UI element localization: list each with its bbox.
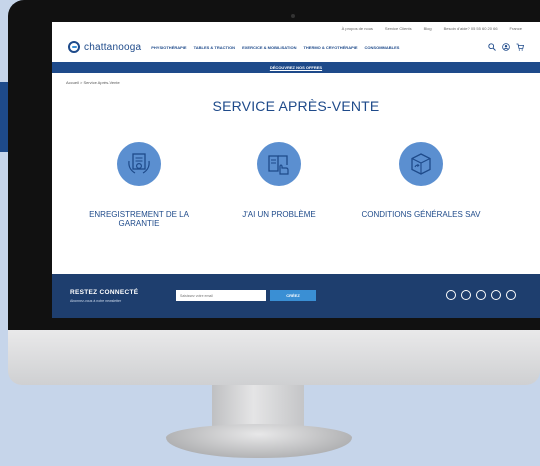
nav-item-exercise[interactable]: EXERCICE & MOBILISATION [242,45,296,50]
youtube-icon[interactable] [491,290,501,300]
social-links [446,290,516,300]
breadcrumb[interactable]: Accueil > Service Après-Vente [66,80,120,85]
newsletter-title: RESTEZ CONNECTÉ [70,289,139,296]
newsletter-text: RESTEZ CONNECTÉ Abonnez-vous à notre new… [70,289,138,303]
instagram-icon[interactable] [461,290,471,300]
newsletter-subtitle: Abonnez-vous à notre newsletter [70,299,122,303]
linkedin-icon[interactable] [476,290,486,300]
manual-icon [257,142,301,186]
search-icon[interactable] [488,43,496,51]
website-screen: À propos de nous Service Clients Blog Be… [52,22,540,318]
certificate-icon [117,142,161,186]
utility-link-country[interactable]: France [510,26,522,31]
header-icons [488,43,524,51]
newsletter-footer: RESTEZ CONNECTÉ Abonnez-vous à notre new… [52,274,540,318]
return-box-icon [399,142,443,186]
logo[interactable]: chattanooga [68,41,141,53]
nav-item-thermo[interactable]: THERMO & CRYOTHÉRAPIE [303,45,357,50]
monitor-stand-foot [166,424,352,458]
nav-item-physio[interactable]: PHYSIOTHÉRAPIE [151,45,186,50]
tile-conditions-label: CONDITIONS GÉNÉRALES SAV [361,210,481,219]
monitor: À propos de nous Service Clients Blog Be… [8,0,540,385]
newsletter-email-input[interactable] [176,290,266,301]
utility-link-blog[interactable]: Blog [424,26,432,31]
account-icon[interactable] [502,43,510,51]
promo-banner[interactable]: DÉCOUVREZ NOS OFFRES [52,62,540,73]
main-nav: PHYSIOTHÉRAPIE TABLES & TRACTION EXERCIC… [151,45,399,50]
logo-mark-icon [68,41,80,53]
utility-bar: À propos de nous Service Clients Blog Be… [52,22,540,34]
tile-problem-label: J'AI UN PROBLÈME [242,210,316,219]
webcam-dot [291,14,295,18]
facebook-icon[interactable] [446,290,456,300]
rss-icon[interactable] [506,290,516,300]
utility-link-about[interactable]: À propos de nous [342,26,373,31]
monitor-chin [8,330,540,385]
utility-link-service[interactable]: Service Clients [385,26,412,31]
logo-text: chattanooga [84,41,142,53]
tile-warranty[interactable]: ENREGISTREMENT DE LA GARANTIE [74,142,204,228]
nav-item-consumables[interactable]: CONSOMMABLES [365,45,400,50]
tile-conditions[interactable]: CONDITIONS GÉNÉRALES SAV [356,142,486,219]
monitor-stand-neck [212,385,304,427]
utility-link-help[interactable]: Besoin d'aide? 05 55 60 20 66 [444,26,498,31]
page-title: SERVICE APRÈS-VENTE [212,98,380,114]
site-header: chattanooga PHYSIOTHÉRAPIE TABLES & TRAC… [52,38,540,56]
nav-item-tables[interactable]: TABLES & TRACTION [194,45,235,50]
tile-warranty-label: ENREGISTREMENT DE LA GARANTIE [89,210,189,229]
cart-icon[interactable] [516,43,524,51]
newsletter-submit-button[interactable]: CRÉEZ [270,290,316,301]
tile-problem[interactable]: J'AI UN PROBLÈME [214,142,344,219]
